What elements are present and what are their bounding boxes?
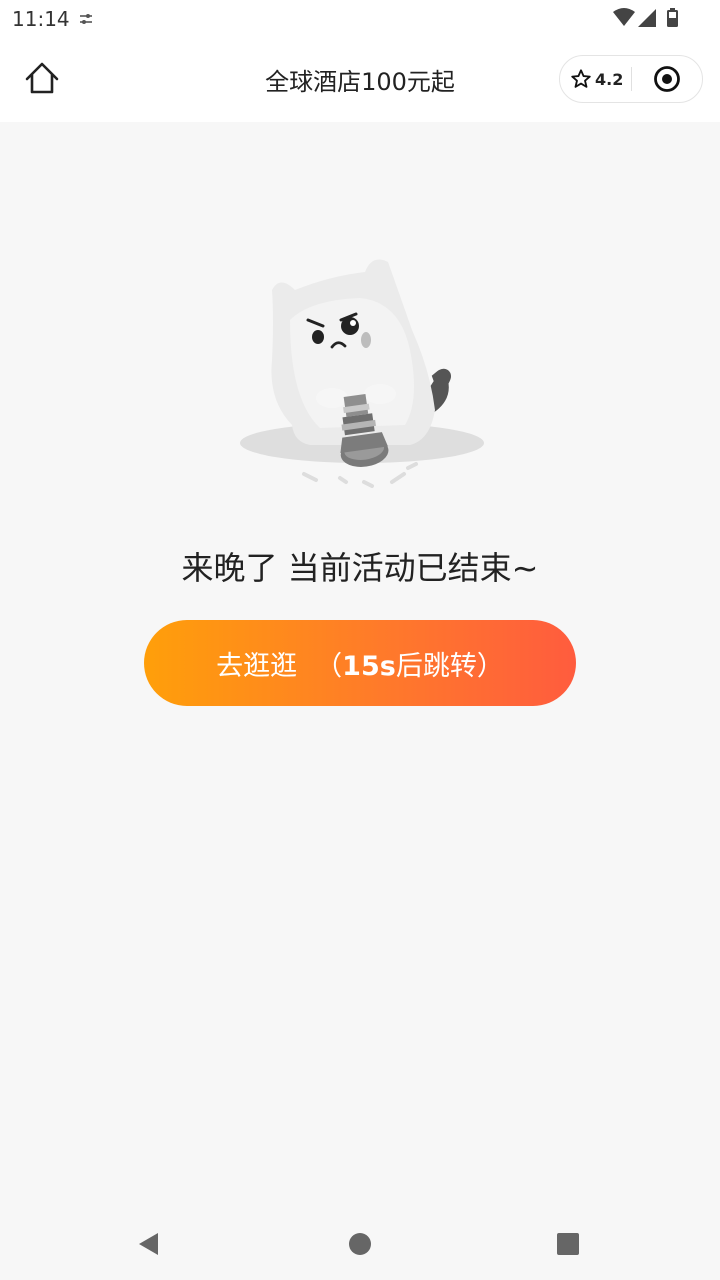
countdown-seconds: 15s (342, 650, 396, 682)
battery-icon (667, 8, 678, 27)
countdown-open: （ (315, 650, 343, 682)
nav-bar (0, 1208, 720, 1280)
recents-icon[interactable] (556, 1232, 580, 1256)
star-icon (571, 69, 591, 88)
rating-value: 4.2 (595, 69, 624, 89)
home-icon[interactable] (22, 58, 62, 98)
status-time: 11:14 (12, 7, 70, 31)
signal-icon (638, 9, 656, 27)
rating-button[interactable]: 4.2 (570, 56, 623, 102)
go-browse-label: 去逛逛 (216, 650, 298, 682)
countdown-text: 后跳转） (395, 650, 504, 682)
status-bar: 11:14 (0, 0, 720, 40)
mini-program-capsule: 4.2 (559, 55, 703, 103)
screen: 11:14 全球酒店100元起 4.2 来晚了 当前活动已结束~ 去逛逛 （15… (0, 0, 720, 1280)
home-circle-icon[interactable] (348, 1232, 372, 1256)
back-icon[interactable] (136, 1230, 162, 1258)
activity-ended-message: 来晚了 当前活动已结束~ (181, 549, 539, 587)
header: 全球酒店100元起 4.2 (0, 40, 720, 122)
capsule-divider (631, 67, 632, 91)
redirect-countdown: （15s后跳转） (315, 644, 504, 683)
sad-cat-illustration (240, 259, 484, 488)
status-icons (613, 8, 678, 27)
wifi-icon (613, 8, 635, 26)
settings-icon (80, 14, 92, 24)
target-icon[interactable] (653, 65, 681, 93)
go-browse-button[interactable]: 去逛逛 （15s后跳转） (144, 620, 576, 706)
page-title: 全球酒店100元起 (265, 68, 455, 96)
